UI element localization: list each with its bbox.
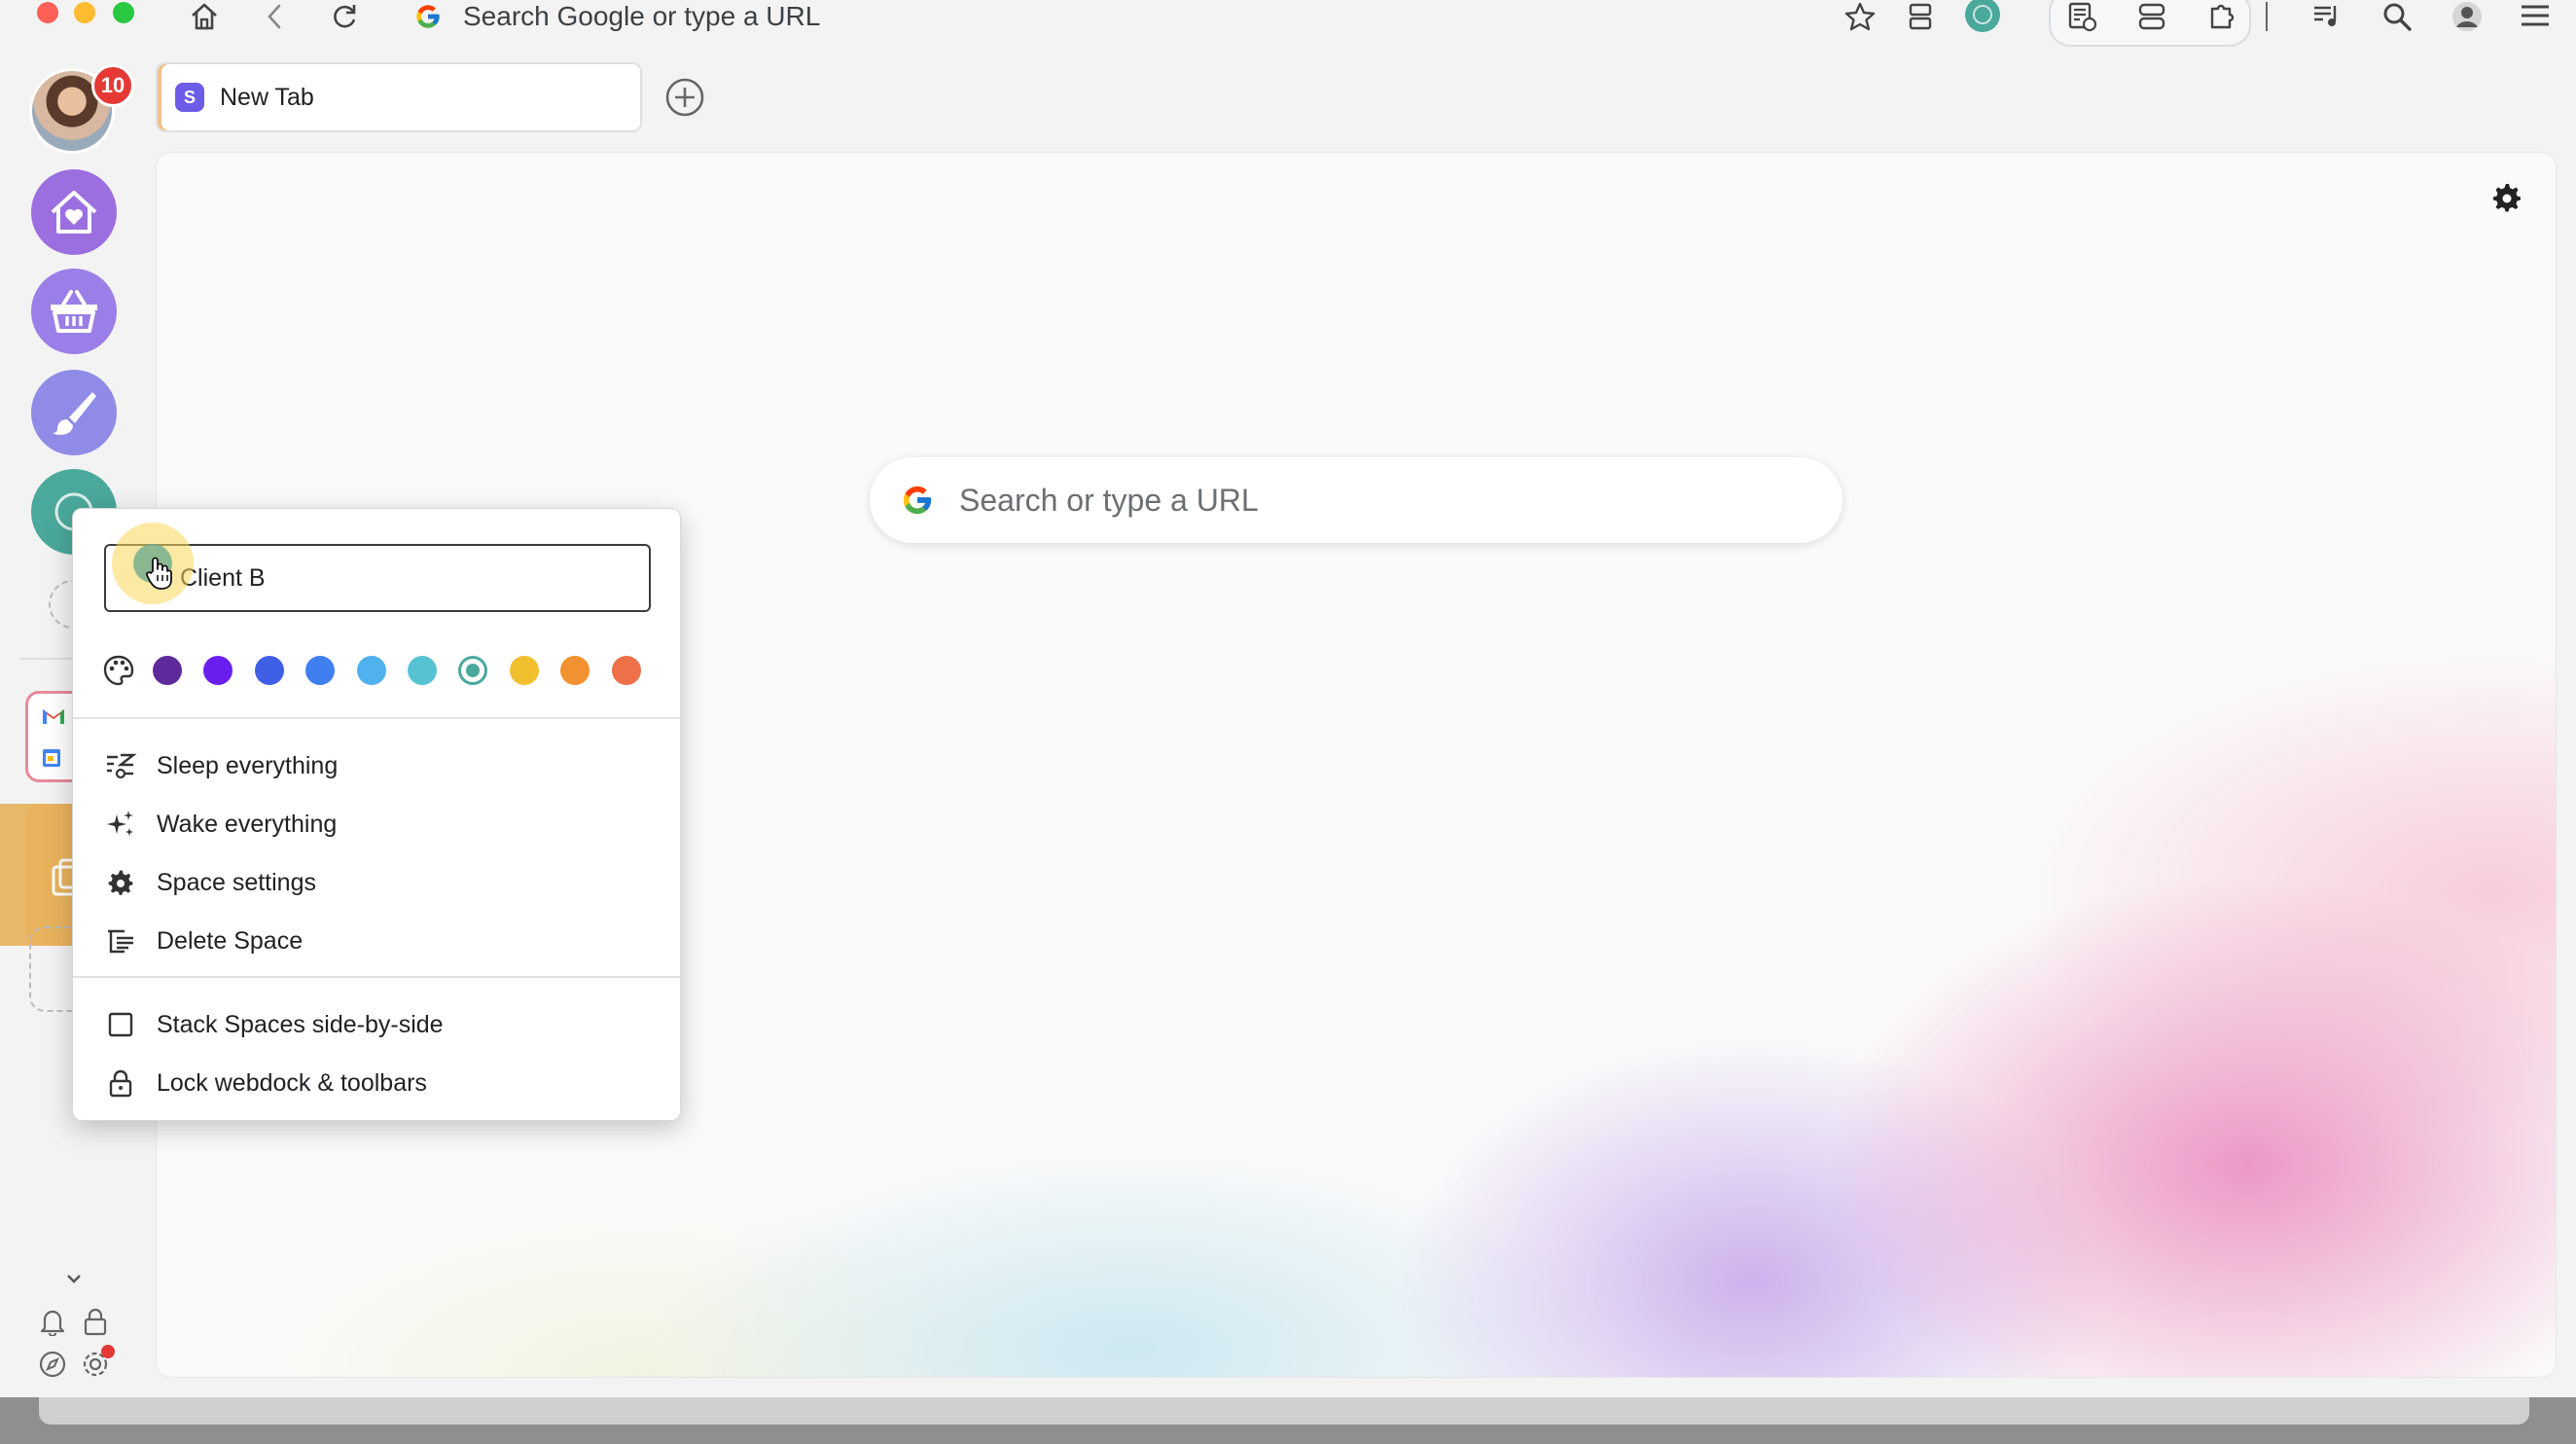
stack-icon[interactable]	[1899, 0, 1942, 33]
menu-icon[interactable]	[2514, 0, 2557, 33]
delete-space-icon	[104, 924, 137, 957]
menu-item-label: Wake everything	[157, 810, 338, 838]
compass-icon[interactable]	[35, 1347, 70, 1382]
menu-item-label: Delete Space	[157, 926, 304, 955]
lock-icon[interactable]	[78, 1304, 113, 1339]
menu-item-label: Lock webdock & toolbars	[157, 1068, 427, 1097]
menu-divider	[73, 717, 680, 719]
search-input[interactable]: Search or type a URL	[870, 457, 1843, 543]
reload-icon[interactable]	[323, 0, 366, 33]
zoom-window-button[interactable]	[113, 2, 134, 23]
google-icon	[414, 3, 442, 30]
color-picker	[102, 651, 662, 690]
window-bottom-edge	[0, 1397, 2576, 1444]
gmail-icon	[42, 707, 65, 725]
color-swatch[interactable]	[560, 656, 590, 685]
page-settings-gear-icon[interactable]	[2490, 181, 2523, 214]
bell-icon[interactable]	[35, 1304, 70, 1339]
toolbar-divider	[2255, 0, 2278, 33]
calendar-icon	[42, 748, 61, 768]
space-context-menu: Client B Sleep everything Wake everythin…	[72, 508, 681, 1121]
menu-item-sleep-everything[interactable]: Sleep everything	[73, 739, 680, 793]
google-icon	[901, 484, 934, 517]
house-heart-icon	[49, 189, 99, 235]
menu-item-space-settings[interactable]: Space settings	[73, 855, 680, 910]
hand-cursor-icon	[145, 556, 174, 591]
notification-badge: 10	[91, 64, 134, 107]
settings-alert-dot	[101, 1345, 115, 1358]
paintbrush-icon	[50, 388, 98, 437]
menu-item-stack-spaces[interactable]: Stack Spaces side-by-side	[73, 997, 680, 1052]
color-swatch[interactable]	[407, 656, 437, 685]
color-swatch[interactable]	[203, 656, 233, 685]
lock-icon	[104, 1066, 137, 1100]
address-bar-text: Search Google or type a URL	[463, 1, 821, 31]
color-swatch[interactable]	[153, 656, 182, 685]
menu-item-delete-space[interactable]: Delete Space	[73, 914, 680, 968]
palette-icon[interactable]	[102, 654, 135, 687]
color-swatch[interactable]	[356, 656, 386, 685]
tab-new-tab[interactable]: S New Tab	[156, 62, 642, 132]
menu-item-label: Sleep everything	[157, 751, 339, 779]
space-indicator-icon[interactable]	[1961, 0, 2004, 33]
new-tab-button[interactable]	[663, 76, 706, 119]
close-window-button[interactable]	[37, 2, 58, 23]
color-swatch[interactable]	[458, 656, 488, 685]
checkbox-icon[interactable]	[104, 1008, 137, 1041]
color-swatch[interactable]	[611, 656, 641, 685]
media-queue-icon[interactable]	[2306, 0, 2348, 33]
menu-item-label: Space settings	[157, 868, 316, 896]
selected-color-dot	[466, 664, 481, 677]
color-swatch[interactable]	[254, 656, 284, 685]
sparkle-icon	[104, 808, 137, 841]
search-placeholder: Search or type a URL	[959, 482, 1259, 518]
browser-toolbar: Search Google or type a URL	[0, 0, 2576, 47]
sleep-icon	[104, 749, 137, 782]
profile-icon[interactable]	[2446, 0, 2488, 33]
home-icon[interactable]	[183, 0, 226, 33]
bookmark-star-icon[interactable]	[1839, 0, 1881, 33]
tab-stack-icon[interactable]	[2130, 0, 2173, 33]
chevron-down-icon[interactable]	[56, 1261, 91, 1296]
browser-logo-icon: S	[175, 83, 204, 112]
color-swatch[interactable]	[509, 656, 539, 685]
basket-icon	[48, 289, 100, 334]
tab-label: New Tab	[220, 83, 314, 111]
color-swatch[interactable]	[305, 656, 336, 685]
reading-list-icon[interactable]	[2060, 0, 2103, 33]
menu-item-lock-webdock[interactable]: Lock webdock & toolbars	[73, 1056, 680, 1110]
minimize-window-button[interactable]	[74, 2, 95, 23]
space-shopping[interactable]	[31, 269, 117, 354]
menu-divider	[73, 976, 680, 978]
menu-item-wake-everything[interactable]: Wake everything	[73, 797, 680, 851]
extensions-icon[interactable]	[2200, 0, 2243, 33]
search-icon[interactable]	[2376, 0, 2418, 33]
gear-icon	[104, 866, 137, 899]
back-icon[interactable]	[253, 0, 296, 33]
space-design[interactable]	[31, 370, 117, 455]
address-bar[interactable]: Search Google or type a URL	[403, 0, 2027, 33]
menu-item-label: Stack Spaces side-by-side	[157, 1010, 444, 1038]
space-home[interactable]	[31, 169, 117, 255]
